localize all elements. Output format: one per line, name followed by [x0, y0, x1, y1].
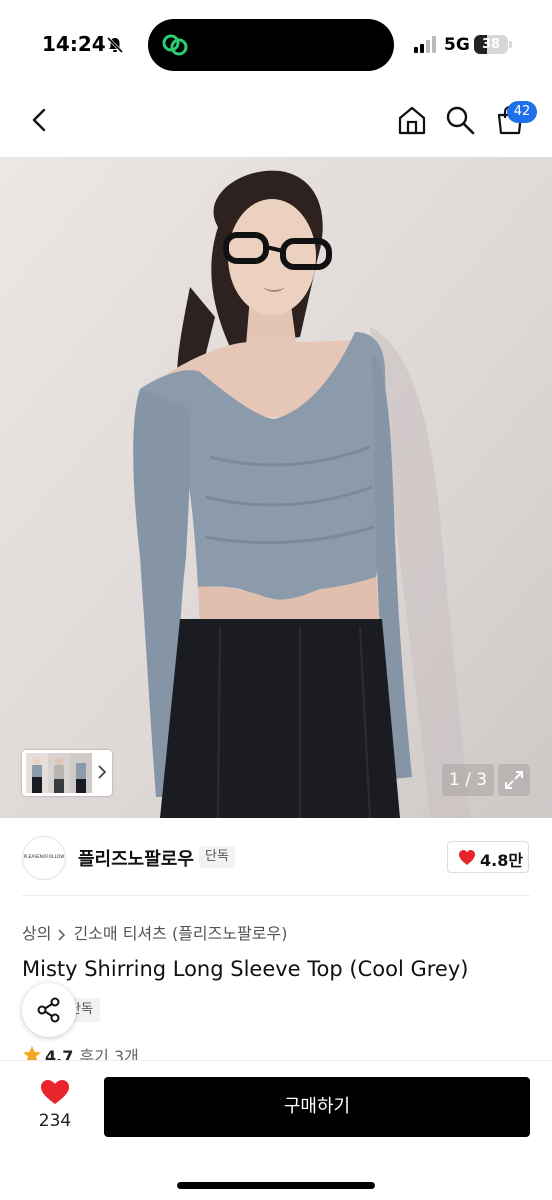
thumbnail-strip[interactable]: [22, 750, 112, 796]
nav-bar: 42: [0, 90, 552, 157]
heart-icon: [459, 850, 475, 865]
dynamic-island: [148, 19, 394, 71]
chevron-right-icon: [98, 765, 107, 779]
page-counter: 1 / 3: [442, 764, 494, 796]
seller-like-button[interactable]: 4.8만: [447, 841, 529, 873]
bottom-action-bar: 234 구매하기: [0, 1060, 552, 1200]
model-photo-illustration: [0, 157, 552, 818]
product-photo[interactable]: 1 / 3: [0, 157, 552, 818]
status-time: 14:24: [42, 32, 106, 56]
product-title: Misty Shirring Long Sleeve Top (Cool Gre…: [22, 957, 469, 981]
heart-icon: [41, 1080, 69, 1104]
breadcrumb-category[interactable]: 상의: [22, 920, 51, 944]
bell-off-icon: [106, 36, 124, 54]
home-icon[interactable]: [396, 104, 428, 136]
search-icon[interactable]: [444, 104, 476, 136]
expand-icon[interactable]: [498, 764, 530, 796]
cart-badge: 42: [507, 101, 537, 123]
wishlist-count: 234: [38, 1111, 72, 1131]
battery-tip: [509, 41, 512, 48]
thumbnail-images: [26, 753, 92, 793]
wishlist-button[interactable]: 234: [26, 1075, 84, 1137]
seller-logo-text: PLEASENOFOLLOW: [23, 854, 65, 859]
back-icon[interactable]: [24, 104, 56, 136]
buy-button[interactable]: 구매하기: [104, 1077, 530, 1137]
chevron-right-icon: [58, 928, 66, 941]
seller-name[interactable]: 플리즈노팔로우: [78, 845, 194, 871]
share-button[interactable]: [22, 983, 76, 1037]
breadcrumb: 상의 긴소매 티셔츠 (플리즈노팔로우): [22, 920, 287, 944]
battery-level: 38: [481, 37, 501, 52]
breadcrumb-subcategory[interactable]: 긴소매 티셔츠 (플리즈노팔로우): [73, 920, 287, 944]
seller-logo[interactable]: PLEASENOFOLLOW: [22, 836, 66, 880]
chain-link-icon: [162, 34, 188, 56]
status-bar: 14:24 5G 38: [0, 0, 552, 90]
seller-exclusive-tag: 단독: [199, 846, 235, 868]
divider: [22, 895, 530, 896]
seller-like-count: 4.8만: [480, 851, 524, 870]
network-label: 5G: [444, 35, 470, 55]
signal-icon: [414, 36, 436, 53]
share-icon: [37, 997, 60, 1023]
battery-icon: 38: [474, 35, 508, 54]
home-indicator: [177, 1182, 375, 1189]
